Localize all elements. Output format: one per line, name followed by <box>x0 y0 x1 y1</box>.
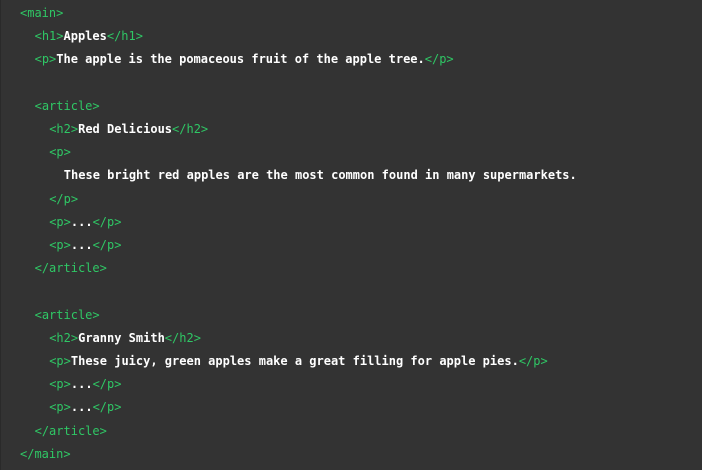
code-text: Granny Smith <box>78 330 165 345</box>
code-tag: </p> <box>92 400 122 415</box>
code-tag: <p> <box>49 145 71 160</box>
code-tag: <h2> <box>49 330 79 345</box>
code-line: <h1>Apples</h1> <box>35 26 143 46</box>
code-tag: </p> <box>92 238 122 252</box>
code-tag: <h1> <box>34 29 64 44</box>
code-line: <p>...</p> <box>49 235 121 255</box>
code-text: These bright red apples are the most com… <box>63 168 577 183</box>
code-text: Red Delicious <box>78 122 173 136</box>
code-tag: </h2> <box>164 330 201 345</box>
code-line: </main> <box>20 444 71 464</box>
code-tag: <h2> <box>49 122 79 136</box>
code-text: These juicy, green apples make a great f… <box>70 354 519 368</box>
code-line: <main> <box>20 3 63 23</box>
code-tag: </article> <box>34 423 107 438</box>
code-line: <p>...</p> <box>49 374 121 394</box>
code-line: <h2>Granny Smith</h2> <box>49 328 201 348</box>
code-line: </article> <box>35 258 107 278</box>
code-viewer[interactable]: <main> <h1>Apples</h1> <p>The apple is the… <box>0 0 702 470</box>
code-text: The apple is the pomaceous fruit of the … <box>56 52 425 67</box>
code-text: Apples <box>63 29 107 44</box>
code-line: <article> <box>35 96 100 116</box>
code-text: ... <box>70 400 93 415</box>
code-line: <p>The apple is the pomaceous fruit of t… <box>35 49 454 69</box>
code-line: <p>These juicy, green apples make a grea… <box>49 351 548 371</box>
code-text: ... <box>70 238 93 252</box>
code-line: <p>...</p> <box>49 397 121 417</box>
code-tag: <p> <box>49 238 71 252</box>
code-line: <p> <box>49 142 71 162</box>
code-tag: </p> <box>92 377 122 392</box>
code-tag: </p> <box>424 52 454 67</box>
code-tag: <p> <box>49 377 71 392</box>
code-tag: <p> <box>49 214 71 229</box>
code-tag: </p> <box>92 214 122 229</box>
code-tag: <main> <box>20 6 64 20</box>
code-line: <article> <box>35 305 100 325</box>
code-tag: </main> <box>20 446 71 461</box>
code-text: ... <box>70 214 93 229</box>
code-line: <p>...</p> <box>49 212 121 232</box>
code-tag: </p> <box>518 354 548 368</box>
code-tag: <p> <box>49 400 71 415</box>
code-tag: <article> <box>34 98 100 113</box>
code-line: <h2>Red Delicious</h2> <box>49 119 208 139</box>
code-line: </article> <box>35 421 107 441</box>
code-line: These bright red apples are the most com… <box>64 165 577 185</box>
code-tag: </h2> <box>172 122 209 136</box>
code-tag: <p> <box>34 52 57 67</box>
code-tag: </p> <box>49 191 79 206</box>
code-tag: <article> <box>34 307 100 322</box>
code-tag: </article> <box>34 261 107 276</box>
code-line: </p> <box>49 189 78 209</box>
code-text: ... <box>70 377 93 392</box>
code-tag: </h1> <box>106 29 143 44</box>
code-tag: <p> <box>49 354 71 368</box>
